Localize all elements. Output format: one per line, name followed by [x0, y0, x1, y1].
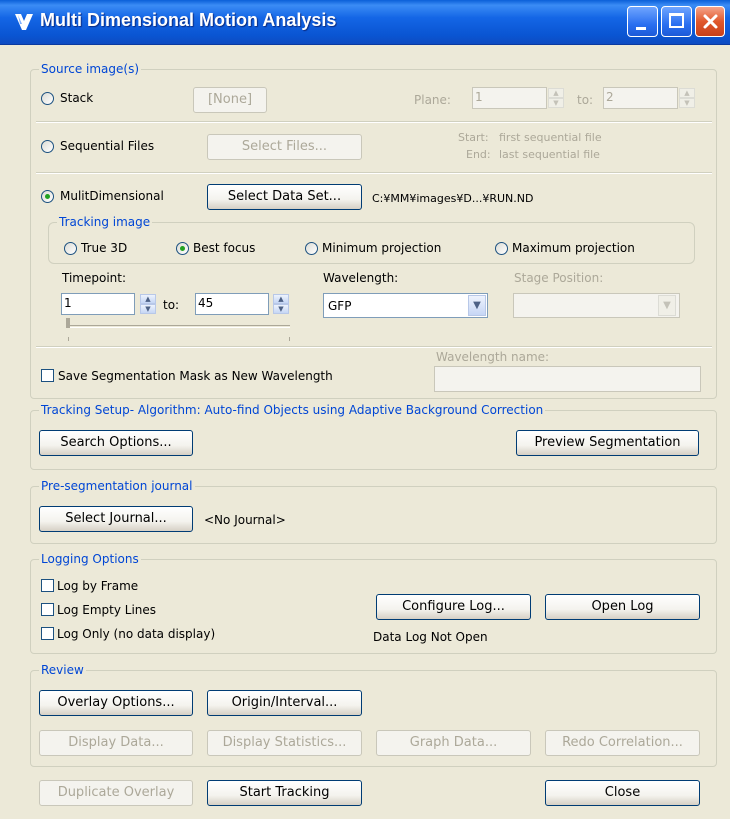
stage-position-select[interactable] [513, 293, 680, 318]
title-bar[interactable]: Multi Dimensional Motion Analysis [0, 0, 730, 45]
log-only-label: Log Only (no data display) [57, 627, 216, 641]
review-legend: Review [39, 663, 86, 677]
sequential-files-radio[interactable] [41, 140, 54, 153]
slider-tick-icon [289, 337, 290, 341]
close-window-button[interactable] [695, 6, 725, 37]
pre-segmentation-journal-legend: Pre-segmentation journal [39, 479, 195, 493]
open-log-button[interactable]: Open Log [545, 594, 700, 620]
end-label: End: [466, 148, 491, 161]
overlay-options-button[interactable]: Overlay Options... [39, 690, 193, 716]
true-3d-label: True 3D [81, 241, 128, 255]
timepoint-to-spinner[interactable]: ▲ ▼ [273, 294, 289, 314]
wavelength-name-label: Wavelength name: [436, 350, 550, 364]
select-files-button[interactable]: Select Files... [207, 134, 362, 160]
source-images-legend: Source image(s) [39, 62, 142, 76]
timepoint-from-input[interactable]: 1 [61, 293, 135, 315]
configure-log-button[interactable]: Configure Log... [376, 594, 531, 620]
separator [36, 121, 712, 123]
log-only-checkbox[interactable] [41, 627, 54, 640]
multidimensional-radio[interactable] [41, 190, 54, 203]
tracking-image-legend: Tracking image [57, 215, 153, 229]
sequential-files-label: Sequential Files [60, 139, 155, 153]
true-3d-radio[interactable] [64, 242, 77, 255]
multidimensional-label: MulitDimensional [60, 189, 164, 203]
wavelength-name-input[interactable] [434, 366, 701, 392]
graph-data-button[interactable]: Graph Data... [376, 730, 531, 756]
search-options-button[interactable]: Search Options... [39, 430, 193, 456]
logging-options-legend: Logging Options [39, 552, 141, 566]
start-value: first sequential file [499, 131, 602, 144]
plane-to-input[interactable]: 2 [603, 87, 678, 109]
end-value: last sequential file [499, 148, 600, 161]
wavelength-label: Wavelength: [323, 271, 399, 285]
timepoint-to-input[interactable]: 45 [195, 293, 269, 315]
timepoint-slider-thumb[interactable] [66, 318, 70, 328]
stack-label: Stack [60, 91, 94, 105]
minimize-icon [636, 27, 646, 30]
timepoint-label: Timepoint: [62, 271, 127, 285]
log-empty-lines-checkbox[interactable] [41, 603, 54, 616]
select-journal-button[interactable]: Select Journal... [39, 506, 193, 532]
wavelength-select[interactable]: GFP [323, 293, 488, 318]
duplicate-overlay-button[interactable]: Duplicate Overlay [39, 780, 193, 806]
timepoint-from-spinner[interactable]: ▲ ▼ [140, 294, 156, 314]
log-by-frame-label: Log by Frame [57, 579, 139, 593]
maximum-projection-radio[interactable] [495, 242, 508, 255]
best-focus-label: Best focus [193, 241, 256, 255]
dataset-path: C:¥MM¥images¥D...¥RUN.ND [372, 192, 534, 205]
app-logo-icon [15, 14, 33, 30]
maximize-icon [669, 13, 684, 28]
plane-from-spinner[interactable]: ▲ ▼ [548, 88, 564, 108]
save-segmentation-mask-label: Save Segmentation Mask as New Wavelength [58, 369, 333, 383]
dialog-window: Multi Dimensional Motion Analysis Source… [0, 0, 730, 819]
log-empty-lines-label: Log Empty Lines [57, 603, 157, 617]
none-button[interactable]: [None] [193, 87, 267, 113]
log-by-frame-checkbox[interactable] [41, 579, 54, 592]
start-label: Start: [458, 131, 489, 144]
origin-interval-button[interactable]: Origin/Interval... [207, 690, 362, 716]
best-focus-radio[interactable] [176, 242, 189, 255]
slider-tick-icon [68, 337, 69, 341]
journal-value: <No Journal> [204, 513, 286, 527]
plane-to-spinner[interactable]: ▲ ▼ [679, 88, 695, 108]
separator [36, 346, 712, 348]
timepoint-to-label: to: [163, 298, 180, 312]
stage-position-label: Stage Position: [514, 271, 604, 285]
maximize-button[interactable] [661, 6, 692, 37]
display-data-button[interactable]: Display Data... [39, 730, 193, 756]
close-icon [703, 14, 718, 29]
close-button[interactable]: Close [545, 780, 700, 806]
plane-to-label: to: [577, 93, 594, 107]
start-tracking-button[interactable]: Start Tracking [207, 780, 362, 806]
redo-correlation-button[interactable]: Redo Correlation... [545, 730, 700, 756]
timepoint-slider-track[interactable] [67, 325, 290, 328]
tracking-setup-legend: Tracking Setup- Algorithm: Auto-find Obj… [39, 403, 546, 417]
chevron-down-icon[interactable]: ▼ [658, 295, 676, 316]
minimize-button[interactable] [627, 6, 658, 37]
plane-label: Plane: [414, 93, 451, 107]
separator [36, 172, 712, 174]
save-segmentation-mask-checkbox[interactable] [41, 369, 54, 382]
plane-from-input[interactable]: 1 [472, 87, 547, 109]
chevron-down-icon[interactable]: ▼ [468, 295, 486, 316]
display-statistics-button[interactable]: Display Statistics... [207, 730, 362, 756]
minimum-projection-radio[interactable] [305, 242, 318, 255]
maximum-projection-label: Maximum projection [512, 241, 635, 255]
window-title: Multi Dimensional Motion Analysis [40, 10, 337, 30]
data-log-status: Data Log Not Open [373, 630, 488, 644]
minimum-projection-label: Minimum projection [322, 241, 442, 255]
select-data-set-button[interactable]: Select Data Set... [207, 184, 362, 210]
stack-radio[interactable] [41, 92, 54, 105]
wavelength-select-value: GFP [328, 299, 352, 313]
preview-segmentation-button[interactable]: Preview Segmentation [516, 430, 699, 456]
